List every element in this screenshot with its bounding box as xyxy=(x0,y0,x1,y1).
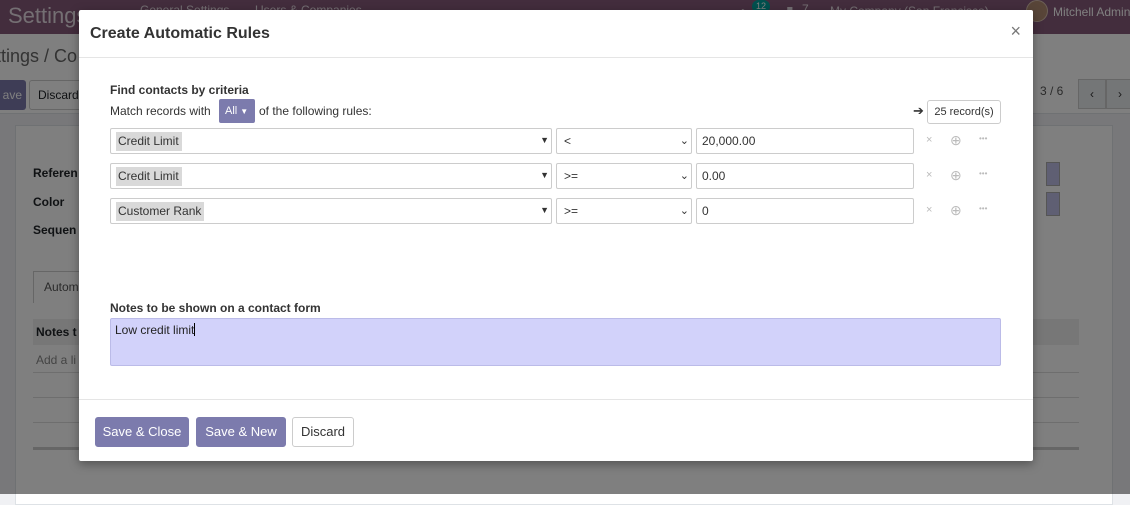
chevron-down-icon: ⌄ xyxy=(679,170,689,182)
text-cursor xyxy=(194,323,196,336)
caret-down-icon: ▼ xyxy=(540,135,549,145)
more-options-icon[interactable]: ••• xyxy=(979,204,987,213)
chevron-down-icon: ⌄ xyxy=(679,135,689,147)
rule-value-input[interactable]: 0.00 xyxy=(696,163,914,189)
rule-operator-select[interactable]: < ⌄ xyxy=(556,128,692,154)
modal-header: Create Automatic Rules × xyxy=(79,10,1033,58)
save-new-button[interactable]: Save & New xyxy=(196,417,286,447)
discard-button[interactable]: Discard xyxy=(292,417,354,447)
close-icon[interactable]: × xyxy=(1010,21,1021,42)
match-prefix: Match records with xyxy=(110,104,211,118)
match-mode-label: All xyxy=(225,105,238,117)
save-close-button[interactable]: Save & Close xyxy=(95,417,189,447)
caret-down-icon: ▼ xyxy=(240,107,249,116)
rule-operator-value: >= xyxy=(564,204,579,218)
create-automatic-rules-dialog: Create Automatic Rules × Find contacts b… xyxy=(79,10,1033,461)
match-suffix: of the following rules: xyxy=(259,104,372,118)
rule-field-value: Credit Limit xyxy=(116,132,182,151)
more-options-icon[interactable]: ••• xyxy=(979,134,987,143)
add-rule-icon[interactable]: ⊕ xyxy=(950,132,962,149)
notes-value: Low credit limit xyxy=(115,323,195,337)
rule-field-select[interactable]: Customer Rank ▼ xyxy=(110,198,552,224)
criteria-title: Find contacts by criteria xyxy=(110,83,249,97)
rule-value-input[interactable]: 0 xyxy=(696,198,914,224)
chevron-down-icon: ⌄ xyxy=(679,205,689,217)
modal-title: Create Automatic Rules xyxy=(90,25,270,42)
record-count-button[interactable]: 25 record(s) xyxy=(927,100,1001,124)
caret-down-icon: ▼ xyxy=(540,205,549,215)
rule-operator-value: < xyxy=(564,134,572,148)
modal-footer: Save & Close Save & New Discard xyxy=(79,399,1033,461)
rule-operator-value: >= xyxy=(564,169,579,183)
rule-value-input[interactable]: 20,000.00 xyxy=(696,128,914,154)
rule-operator-select[interactable]: >= ⌄ xyxy=(556,198,692,224)
arrow-right-icon: ➔ xyxy=(913,103,924,118)
rule-field-value: Credit Limit xyxy=(116,167,182,186)
rule-field-select[interactable]: Credit Limit ▼ xyxy=(110,128,552,154)
add-rule-icon[interactable]: ⊕ xyxy=(950,202,962,219)
add-rule-icon[interactable]: ⊕ xyxy=(950,167,962,184)
notes-title: Notes to be shown on a contact form xyxy=(110,301,321,315)
rule-field-select[interactable]: Credit Limit ▼ xyxy=(110,163,552,189)
rule-field-value: Customer Rank xyxy=(116,202,205,221)
delete-rule-icon[interactable]: × xyxy=(926,134,932,146)
delete-rule-icon[interactable]: × xyxy=(926,204,932,216)
notes-textarea[interactable]: Low credit limit xyxy=(110,318,1001,366)
delete-rule-icon[interactable]: × xyxy=(926,169,932,181)
caret-down-icon: ▼ xyxy=(540,170,549,180)
more-options-icon[interactable]: ••• xyxy=(979,169,987,178)
match-mode-dropdown[interactable]: All ▼ xyxy=(219,99,255,123)
rule-operator-select[interactable]: >= ⌄ xyxy=(556,163,692,189)
